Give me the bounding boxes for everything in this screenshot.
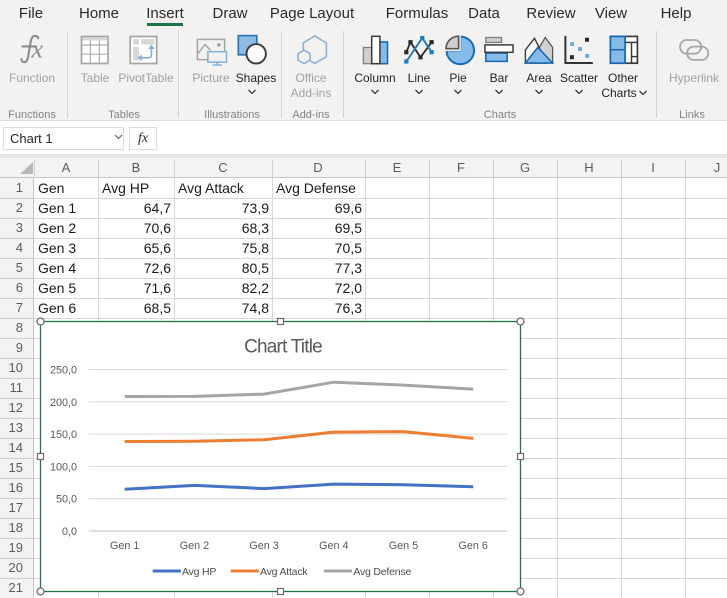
- svg-text:Gen 5: Gen 5: [389, 540, 418, 552]
- svg-text:100,0: 100,0: [50, 461, 77, 473]
- svg-text:200,0: 200,0: [50, 397, 77, 409]
- svg-text:Gen 4: Gen 4: [319, 540, 348, 552]
- svg-text:Avg Defense: Avg Defense: [353, 566, 411, 578]
- svg-text:250,0: 250,0: [50, 365, 77, 377]
- svg-text:0,0: 0,0: [62, 526, 77, 538]
- svg-text:x: x: [31, 35, 44, 64]
- svg-text:50,0: 50,0: [56, 494, 77, 506]
- svg-text:Gen 2: Gen 2: [180, 540, 209, 552]
- svg-text:Avg HP: Avg HP: [182, 566, 216, 578]
- svg-text:Avg Attack: Avg Attack: [260, 566, 308, 578]
- svg-text:Gen 6: Gen 6: [458, 540, 487, 552]
- svg-text:Gen 3: Gen 3: [249, 540, 278, 552]
- svg-text:150,0: 150,0: [50, 429, 77, 441]
- svg-text:Gen 1: Gen 1: [110, 540, 139, 552]
- svg-text:Chart Title: Chart Title: [244, 337, 322, 358]
